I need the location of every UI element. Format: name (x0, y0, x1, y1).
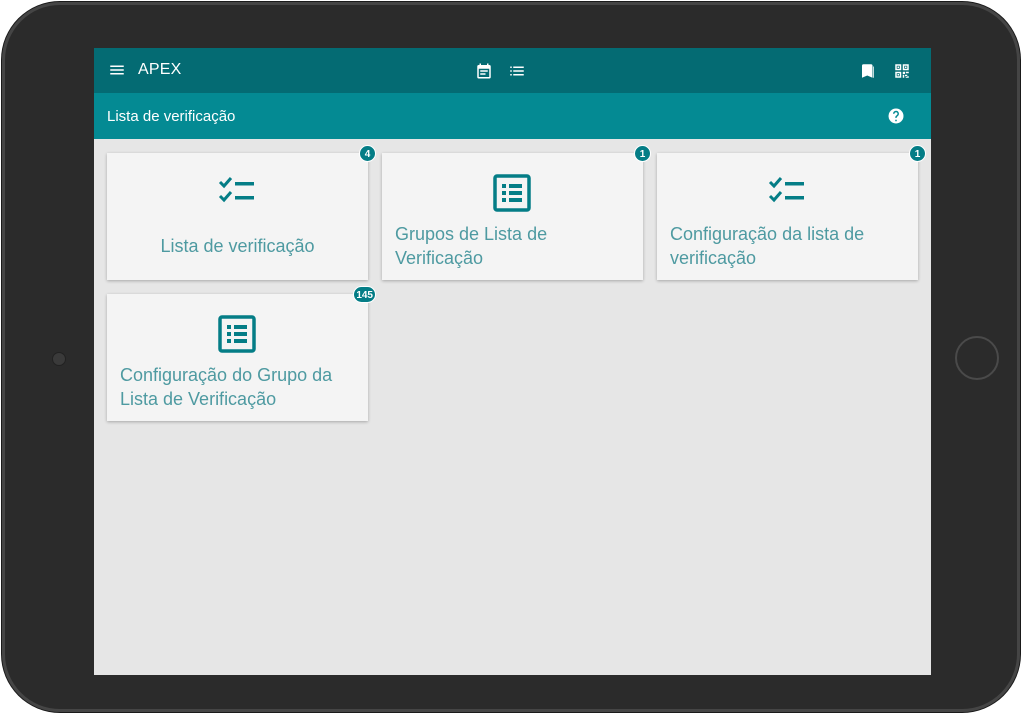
bookmark-icon[interactable] (859, 62, 877, 80)
count-badge: 1 (909, 145, 926, 162)
card-configuracao-do-grupo[interactable]: Configuração do Grupo da Lista de Verifi… (107, 286, 376, 421)
tablet-frame: APEX Lista de verificação Lista de verif… (2, 2, 1020, 712)
count-badge: 145 (353, 286, 376, 303)
list-box-icon (218, 315, 256, 353)
list-icon[interactable] (508, 62, 526, 80)
home-button[interactable] (955, 336, 999, 380)
count-badge: 4 (359, 145, 376, 162)
checklist-icon (768, 174, 806, 212)
page-title: Lista de verificação (107, 108, 236, 125)
card-label: Grupos de Lista de Verificação (395, 224, 548, 268)
card-label: Configuração do Grupo da Lista de Verifi… (120, 365, 333, 409)
card-label: Lista de verificação (160, 236, 315, 256)
help-icon[interactable] (887, 107, 905, 125)
camera-icon (52, 352, 66, 366)
list-box-icon (493, 174, 531, 212)
card-label: Configuração da lista de verificação (670, 224, 865, 268)
card-configuracao-da-lista[interactable]: Configuração da lista de verificação 1 (657, 145, 926, 280)
calendar-icon[interactable] (475, 62, 493, 80)
count-badge: 1 (634, 145, 651, 162)
top-app-bar: APEX (94, 48, 931, 93)
app-title: APEX (138, 61, 182, 78)
menu-icon[interactable] (108, 61, 126, 79)
app-screen: APEX Lista de verificação Lista de verif… (94, 48, 931, 675)
card-lista-de-verificacao[interactable]: Lista de verificação 4 (107, 145, 376, 280)
card-grupos-de-lista[interactable]: Grupos de Lista de Verificação 1 (382, 145, 651, 280)
checklist-icon (218, 174, 256, 212)
page-header: Lista de verificação (94, 93, 931, 139)
qr-code-icon[interactable] (893, 62, 911, 80)
